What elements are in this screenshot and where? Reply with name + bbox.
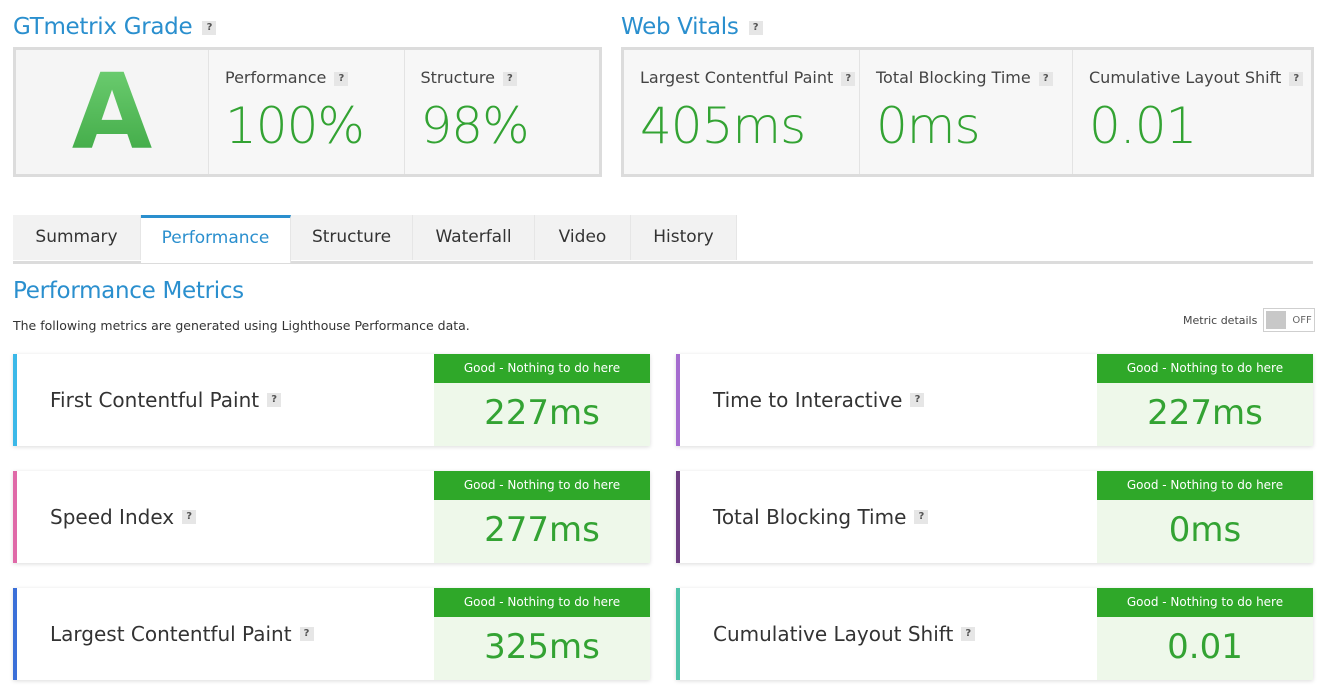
structure-score-label: Structure — [420, 68, 495, 87]
metric-details-toggle: Metric details OFF — [1183, 308, 1316, 332]
metric-result: Good - Nothing to do here 325ms — [434, 588, 650, 680]
performance-score: Performance? 100% — [209, 50, 405, 174]
help-icon[interactable]: ? — [914, 510, 929, 524]
vital-tbt: Total Blocking Time? 0ms — [860, 50, 1073, 174]
grade-panel: A Performance? 100% Structure? 98% — [13, 47, 602, 177]
help-icon[interactable]: ? — [334, 71, 349, 86]
tab-waterfall[interactable]: Waterfall — [413, 215, 535, 260]
metric-status-badge: Good - Nothing to do here — [1097, 354, 1313, 383]
metric-color-bar — [13, 588, 17, 680]
structure-score-value: 98% — [420, 97, 530, 155]
tab-video[interactable]: Video — [535, 215, 631, 260]
structure-score: Structure? 98% — [404, 50, 599, 174]
metric-color-bar — [676, 354, 680, 446]
metric-color-bar — [676, 471, 680, 563]
metric-name: Largest Contentful Paint — [50, 622, 292, 646]
grade-letter: A — [71, 51, 153, 173]
web-vitals-heading: Web Vitals? — [621, 14, 763, 40]
metric-status-badge: Good - Nothing to do here — [434, 354, 650, 383]
help-icon[interactable]: ? — [841, 71, 856, 86]
vital-cls-value: 0.01 — [1089, 97, 1197, 155]
tab-performance[interactable]: Performance — [141, 215, 291, 263]
help-icon[interactable]: ? — [1038, 71, 1053, 86]
metric-card-first-contentful-paint: First Contentful Paint? Good - Nothing t… — [13, 354, 650, 446]
vital-tbt-value: 0ms — [876, 97, 981, 155]
metric-name: Speed Index — [50, 505, 175, 529]
metric-name: Time to Interactive — [713, 388, 903, 412]
help-icon[interactable]: ? — [182, 510, 197, 524]
toggle-state: OFF — [1292, 314, 1312, 326]
metric-name: First Contentful Paint — [50, 388, 260, 412]
metric-card-cumulative-layout-shift: Cumulative Layout Shift? Good - Nothing … — [676, 588, 1313, 680]
help-icon[interactable]: ? — [202, 20, 217, 35]
metric-value: 325ms — [484, 627, 600, 667]
web-vitals-title: Web Vitals — [621, 14, 739, 40]
metric-value: 0ms — [1168, 510, 1242, 550]
help-icon[interactable]: ? — [961, 627, 976, 641]
metric-result: Good - Nothing to do here 0.01 — [1097, 588, 1313, 680]
performance-metrics-title: Performance Metrics — [13, 278, 244, 304]
metric-status-badge: Good - Nothing to do here — [434, 588, 650, 617]
metric-card-largest-contentful-paint: Largest Contentful Paint? Good - Nothing… — [13, 588, 650, 680]
tab-history[interactable]: History — [631, 215, 737, 260]
metric-value: 0.01 — [1167, 627, 1243, 667]
performance-metrics-subtitle: The following metrics are generated usin… — [13, 318, 470, 333]
gtmetrix-grade-heading: GTmetrix Grade? — [13, 14, 217, 40]
report-tabs: Summary Performance Structure Waterfall … — [13, 215, 1313, 264]
performance-score-label: Performance — [225, 68, 327, 87]
metric-color-bar — [676, 588, 680, 680]
help-icon[interactable]: ? — [267, 393, 282, 407]
vital-lcp: Largest Contentful Paint? 405ms — [624, 50, 860, 174]
vital-cls: Cumulative Layout Shift? 0.01 — [1073, 50, 1311, 174]
vital-lcp-value: 405ms — [640, 97, 806, 155]
toggle-knob — [1266, 311, 1287, 329]
metric-details-label: Metric details — [1183, 313, 1258, 327]
grade-badge: A — [16, 50, 209, 174]
metric-card-total-blocking-time: Total Blocking Time? Good - Nothing to d… — [676, 471, 1313, 563]
metric-value: 277ms — [484, 510, 600, 550]
metric-result: Good - Nothing to do here 227ms — [434, 354, 650, 446]
metric-name: Cumulative Layout Shift — [713, 622, 954, 646]
metric-color-bar — [13, 354, 17, 446]
vital-cls-label: Cumulative Layout Shift — [1089, 68, 1282, 87]
metric-details-switch[interactable]: OFF — [1263, 308, 1316, 332]
gtmetrix-grade-title: GTmetrix Grade — [13, 14, 193, 40]
vital-lcp-label: Largest Contentful Paint — [640, 68, 834, 87]
metric-result: Good - Nothing to do here 277ms — [434, 471, 650, 563]
metric-result: Good - Nothing to do here 227ms — [1097, 354, 1313, 446]
tab-structure[interactable]: Structure — [291, 215, 413, 260]
help-icon[interactable]: ? — [1289, 71, 1304, 86]
metric-status-badge: Good - Nothing to do here — [1097, 588, 1313, 617]
web-vitals-panel: Largest Contentful Paint? 405ms Total Bl… — [621, 47, 1314, 177]
metric-result: Good - Nothing to do here 0ms — [1097, 471, 1313, 563]
help-icon[interactable]: ? — [748, 20, 763, 35]
help-icon[interactable]: ? — [910, 393, 925, 407]
help-icon[interactable]: ? — [502, 71, 517, 86]
metric-status-badge: Good - Nothing to do here — [434, 471, 650, 500]
metric-status-badge: Good - Nothing to do here — [1097, 471, 1313, 500]
metric-card-speed-index: Speed Index? Good - Nothing to do here 2… — [13, 471, 650, 563]
tab-summary[interactable]: Summary — [13, 215, 141, 260]
metric-value: 227ms — [1147, 393, 1263, 433]
metric-value: 227ms — [484, 393, 600, 433]
help-icon[interactable]: ? — [299, 627, 314, 641]
metric-card-time-to-interactive: Time to Interactive? Good - Nothing to d… — [676, 354, 1313, 446]
vital-tbt-label: Total Blocking Time — [876, 68, 1031, 87]
metric-color-bar — [13, 471, 17, 563]
performance-score-value: 100% — [225, 97, 365, 155]
metric-name: Total Blocking Time — [713, 505, 907, 529]
